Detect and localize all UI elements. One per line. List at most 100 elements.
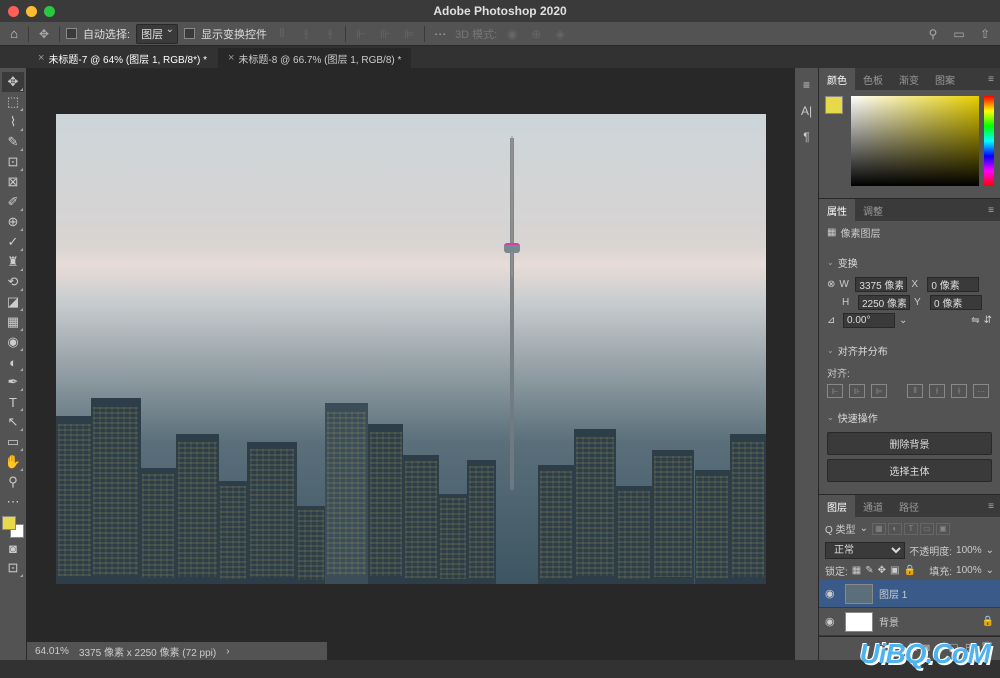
close-tab-icon[interactable]: × bbox=[38, 52, 44, 64]
foreground-color-swatch[interactable] bbox=[2, 516, 16, 530]
adjustments-tab[interactable]: 调整 bbox=[855, 199, 891, 221]
shape-tool[interactable]: ▭ bbox=[2, 432, 24, 452]
visibility-icon[interactable]: ◉ bbox=[825, 615, 839, 628]
zoom-level[interactable]: 64.01% bbox=[35, 646, 69, 657]
panel-menu-icon[interactable]: ≡ bbox=[982, 74, 1000, 85]
path-select-tool[interactable]: ↖ bbox=[2, 412, 24, 432]
paragraph-panel-icon[interactable]: ¶ bbox=[798, 128, 816, 146]
lock-position-icon[interactable]: ✥ bbox=[878, 565, 886, 576]
visibility-icon[interactable]: ◉ bbox=[825, 587, 839, 600]
color-tab[interactable]: 颜色 bbox=[819, 68, 855, 90]
angle-input[interactable] bbox=[843, 313, 895, 328]
align-h-centers-icon[interactable]: ⊪ bbox=[849, 384, 865, 398]
hand-tool[interactable]: ✋ bbox=[2, 452, 24, 472]
type-tool[interactable]: T bbox=[2, 392, 24, 412]
layer-thumbnail[interactable] bbox=[845, 584, 873, 604]
eraser-tool[interactable]: ◪ bbox=[2, 292, 24, 312]
auto-select-dropdown[interactable]: 图层 bbox=[136, 24, 178, 44]
move-tool[interactable]: ✥ bbox=[2, 72, 24, 92]
remove-background-button[interactable]: 删除背景 bbox=[827, 432, 992, 455]
status-chevron-icon[interactable]: › bbox=[226, 646, 229, 657]
y-input[interactable] bbox=[930, 295, 982, 310]
panel-menu-icon[interactable]: ≡ bbox=[982, 205, 1000, 216]
lock-icon[interactable]: 🔒 bbox=[982, 616, 994, 627]
zoom-tool[interactable]: ⚲ bbox=[2, 472, 24, 492]
link-wh-icon[interactable]: ⊗ bbox=[827, 279, 835, 290]
panel-menu-icon[interactable]: ≡ bbox=[982, 501, 1000, 512]
lock-all-icon[interactable]: 🔒 bbox=[903, 565, 915, 576]
filter-adjust-icon[interactable]: ◐ bbox=[888, 523, 902, 535]
search-icon[interactable]: ⚲ bbox=[924, 25, 942, 43]
stamp-tool[interactable]: ♜ bbox=[2, 252, 24, 272]
blend-mode-select[interactable]: 正常 bbox=[825, 542, 905, 559]
align-center-icon[interactable]: ⊪ bbox=[376, 25, 394, 43]
align-left-edges-icon[interactable]: ⊩ bbox=[827, 384, 843, 398]
more-align-icon[interactable]: ⋯ bbox=[431, 25, 449, 43]
dodge-tool[interactable]: ◐ bbox=[2, 352, 24, 372]
properties-tab[interactable]: 属性 bbox=[819, 199, 855, 221]
brush-tool[interactable]: ✓ bbox=[2, 232, 24, 252]
quick-actions-header[interactable]: ⌄ 快速操作 bbox=[819, 406, 1000, 428]
align-section-header[interactable]: ⌄ 对齐并分布 bbox=[819, 339, 1000, 361]
fill-chevron-icon[interactable]: ⌄ bbox=[986, 565, 994, 576]
healing-tool[interactable]: ⊕ bbox=[2, 212, 24, 232]
align-top-icon[interactable]: ⫴ bbox=[273, 25, 291, 43]
kind-dropdown-icon[interactable]: ⌄ bbox=[860, 523, 868, 534]
patterns-tab[interactable]: 图案 bbox=[927, 68, 963, 90]
character-panel-icon[interactable]: A| bbox=[798, 102, 816, 120]
document-tab[interactable]: × 未标题-8 @ 66.7% (图层 1, RGB/8) * bbox=[218, 48, 411, 68]
align-right-edges-icon[interactable]: ⊫ bbox=[871, 384, 887, 398]
lock-paint-icon[interactable]: ✎ bbox=[865, 565, 873, 576]
align-bottom-edges-icon[interactable]: ⫳ bbox=[951, 384, 967, 398]
layer-thumbnail[interactable] bbox=[845, 612, 873, 632]
move-tool-icon[interactable]: ✥ bbox=[35, 25, 53, 43]
width-input[interactable] bbox=[855, 277, 907, 292]
document-tab[interactable]: × 未标题-7 @ 64% (图层 1, RGB/8*) * bbox=[28, 48, 217, 68]
layer-item[interactable]: ◉ 背景 🔒 bbox=[819, 608, 1000, 636]
channels-tab[interactable]: 通道 bbox=[855, 495, 891, 517]
layer-item[interactable]: ◉ 图层 1 bbox=[819, 580, 1000, 608]
align-right-icon[interactable]: ⊫ bbox=[400, 25, 418, 43]
gradient-tool[interactable]: ▦ bbox=[2, 312, 24, 332]
filter-shape-icon[interactable]: ▭ bbox=[920, 523, 934, 535]
swatches-tab[interactable]: 色板 bbox=[855, 68, 891, 90]
flip-h-icon[interactable]: ⇋ bbox=[971, 315, 979, 326]
align-bottom-icon[interactable]: ⫳ bbox=[321, 25, 339, 43]
close-tab-icon[interactable]: × bbox=[228, 52, 234, 64]
align-middle-icon[interactable]: ⫲ bbox=[297, 25, 315, 43]
auto-select-checkbox[interactable] bbox=[66, 28, 77, 39]
flip-v-icon[interactable]: ⇵ bbox=[984, 315, 992, 326]
crop-tool[interactable]: ⊡ bbox=[2, 152, 24, 172]
opacity-value[interactable]: 100% bbox=[956, 545, 982, 556]
history-panel-icon[interactable]: ≡ bbox=[798, 76, 816, 94]
3d-pan-icon[interactable]: ⊕ bbox=[527, 25, 545, 43]
quick-select-tool[interactable]: ✎ bbox=[2, 132, 24, 152]
color-field[interactable] bbox=[851, 96, 979, 186]
align-left-icon[interactable]: ⊩ bbox=[352, 25, 370, 43]
filter-pixel-icon[interactable]: ▦ bbox=[872, 523, 886, 535]
paths-tab[interactable]: 路径 bbox=[891, 495, 927, 517]
workspace-icon[interactable]: ▭ bbox=[950, 25, 968, 43]
filter-type-icon[interactable]: T bbox=[904, 523, 918, 535]
color-swatches[interactable] bbox=[2, 516, 24, 538]
filter-smart-icon[interactable]: ▣ bbox=[936, 523, 950, 535]
home-icon[interactable]: ⌂ bbox=[6, 26, 22, 42]
minimize-window-button[interactable] bbox=[26, 6, 37, 17]
show-transform-checkbox[interactable] bbox=[184, 28, 195, 39]
close-window-button[interactable] bbox=[8, 6, 19, 17]
align-top-edges-icon[interactable]: ⫴ bbox=[907, 384, 923, 398]
quick-mask-tool[interactable]: ◙ bbox=[2, 538, 24, 558]
layer-name[interactable]: 背景 bbox=[879, 614, 899, 629]
opacity-chevron-icon[interactable]: ⌄ bbox=[986, 545, 994, 556]
active-color-swatch[interactable] bbox=[825, 96, 843, 114]
document-canvas[interactable] bbox=[56, 114, 766, 584]
select-subject-button[interactable]: 选择主体 bbox=[827, 459, 992, 482]
screen-mode-tool[interactable]: ⊡ bbox=[2, 558, 24, 578]
x-input[interactable] bbox=[927, 277, 979, 292]
align-more-icon[interactable]: ⋯ bbox=[973, 384, 989, 398]
edit-toolbar[interactable]: ⋯ bbox=[2, 492, 24, 512]
lock-artboard-icon[interactable]: ▣ bbox=[890, 565, 899, 576]
layer-name[interactable]: 图层 1 bbox=[879, 586, 907, 601]
height-input[interactable] bbox=[858, 295, 910, 310]
history-brush-tool[interactable]: ⟲ bbox=[2, 272, 24, 292]
